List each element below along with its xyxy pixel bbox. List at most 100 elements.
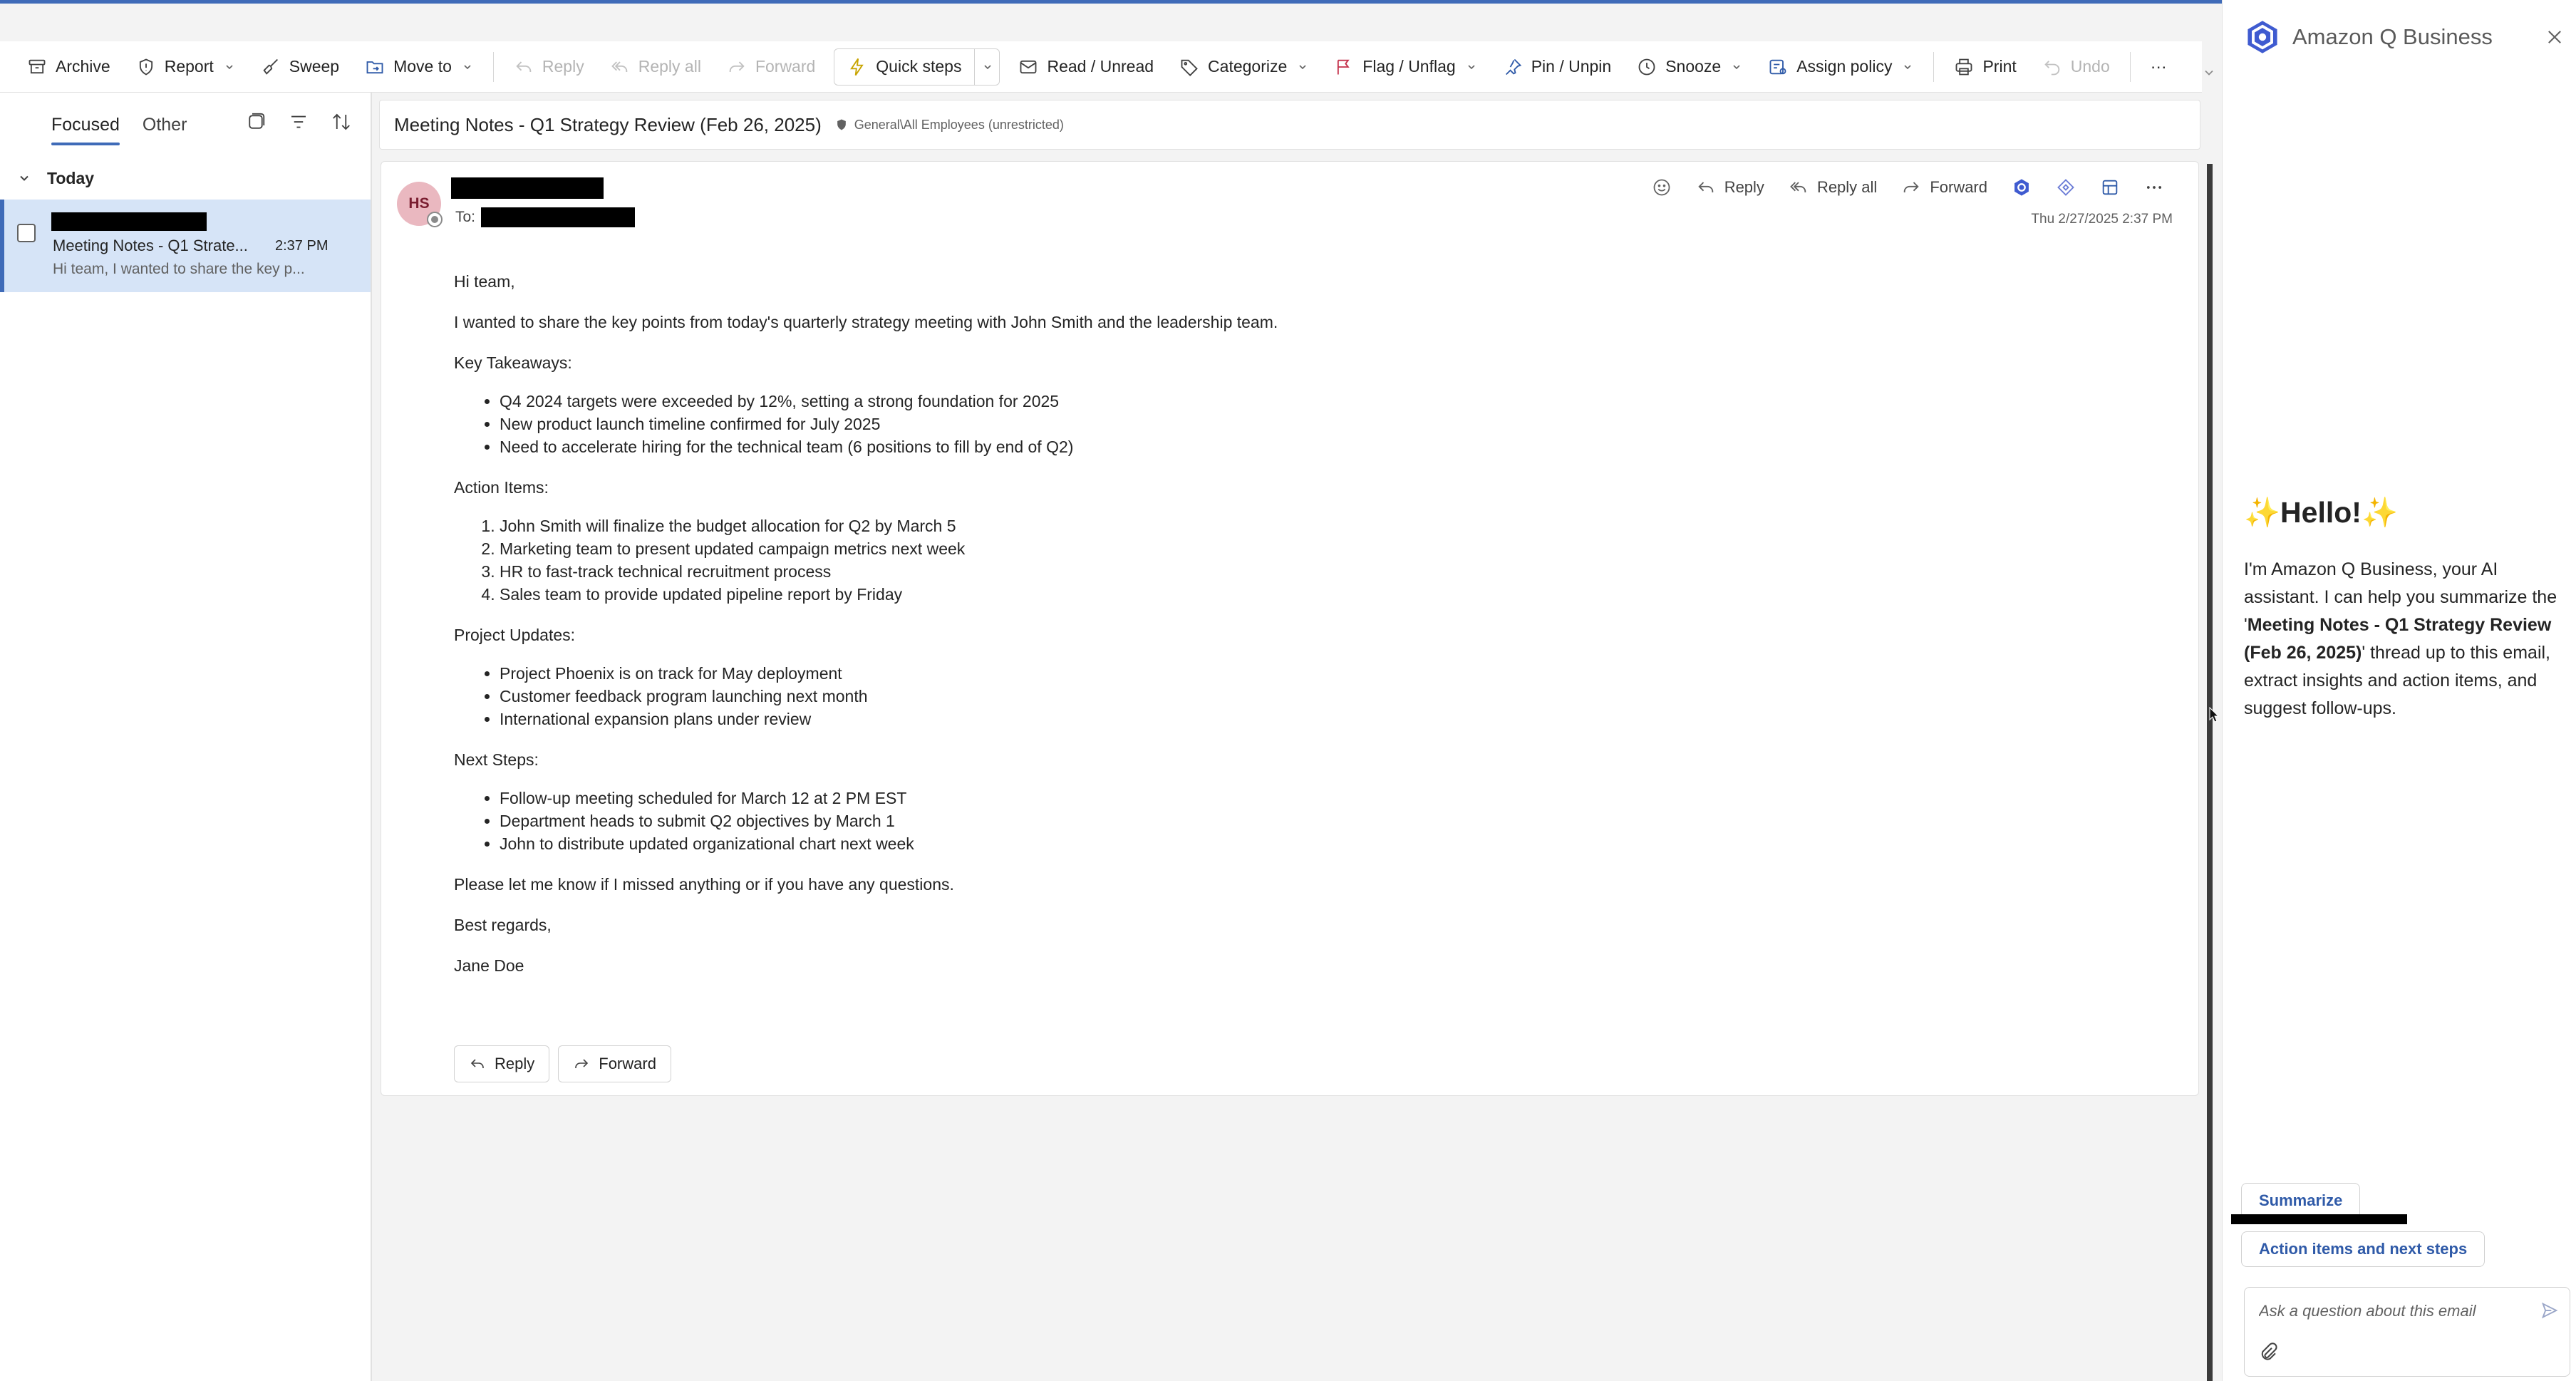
message-preview: Hi team, I wanted to share the key p...	[53, 261, 305, 277]
apps-grid-button[interactable]	[2094, 175, 2126, 200]
reply-button[interactable]: Reply	[1690, 175, 1770, 200]
archive-label: Archive	[56, 57, 110, 76]
action-items-heading: Action Items:	[454, 478, 549, 497]
broom-icon	[263, 58, 278, 75]
list-item: Project Phoenix is on track for May depl…	[500, 662, 2093, 685]
subject-bar: Meeting Notes - Q1 Strategy Review (Feb …	[379, 100, 2200, 150]
amazon-q-logo-icon	[2247, 21, 2277, 53]
chevron-down-icon	[1468, 64, 1475, 69]
list-item: Sales team to provide updated pipeline r…	[500, 583, 2093, 606]
action-items-list: John Smith will finalize the budget allo…	[500, 514, 2093, 606]
list-item[interactable]: Meeting Notes - Q1 Strate... 2:37 PM Hi …	[0, 200, 371, 292]
tab-focused[interactable]: Focused	[51, 115, 120, 145]
action-items-chip[interactable]: Action items and next steps	[2241, 1231, 2486, 1267]
addin-diamond-button[interactable]	[2050, 175, 2081, 200]
quick-steps-dropdown[interactable]	[974, 48, 999, 85]
greeting: Hi team,	[454, 272, 515, 291]
chevron-down-icon	[464, 64, 471, 69]
printer-icon	[1956, 58, 1972, 75]
summarize-chip[interactable]: Summarize	[2241, 1183, 2361, 1219]
redacted-sender	[51, 212, 207, 231]
forward-label: Forward	[755, 57, 816, 76]
email-footer-actions: Reply Forward	[454, 1045, 671, 1082]
takeaways-heading: Key Takeaways:	[454, 353, 572, 372]
flag-unflag-label: Flag / Unflag	[1362, 57, 1456, 76]
footer-forward-button[interactable]: Forward	[558, 1045, 671, 1082]
message-subject: Meeting Notes - Q1 Strate...	[53, 237, 248, 254]
forward-button[interactable]: Forward	[1895, 175, 1993, 200]
categorize-button[interactable]: Categorize	[1167, 47, 1321, 87]
smiley-icon	[1653, 179, 1670, 196]
project-updates-list: Project Phoenix is on track for May depl…	[500, 662, 2093, 730]
folder-move-icon	[366, 61, 383, 73]
list-item: Customer feedback program launching next…	[500, 685, 2093, 708]
group-header-today[interactable]: Today	[0, 157, 371, 200]
clock-icon	[1638, 58, 1655, 75]
quick-steps-button[interactable]: Quick steps	[834, 49, 974, 85]
email-card: HS To: Reply Reply all Forward Thu 2/27/…	[381, 161, 2199, 1096]
filter-icon[interactable]	[288, 111, 309, 133]
move-to-label: Move to	[393, 57, 452, 76]
print-button[interactable]: Print	[1941, 47, 2029, 87]
undo-icon	[2044, 60, 2060, 75]
project-updates-heading: Project Updates:	[454, 626, 576, 644]
toolbar-divider	[1933, 51, 1935, 82]
diamond-addin-icon	[2057, 179, 2074, 196]
ribbon-toolbar: Archive Report Sweep Move to Reply Reply…	[0, 41, 2202, 93]
tab-other[interactable]: Other	[143, 115, 187, 135]
amazon-q-addin-button[interactable]	[2006, 175, 2037, 200]
email-body: Hi team, I wanted to share the key point…	[454, 270, 2093, 995]
message-select-checkbox[interactable]	[17, 224, 36, 242]
sensitivity-label[interactable]: General\All Employees (unrestricted)	[834, 118, 1064, 133]
sort-icon[interactable]	[331, 111, 352, 133]
reply-all-icon	[611, 61, 627, 72]
react-button[interactable]	[1646, 175, 1677, 200]
reply-label: Reply	[542, 57, 584, 76]
read-unread-label: Read / Unread	[1047, 57, 1154, 76]
more-actions-button[interactable]	[2138, 175, 2170, 200]
footer-forward-label: Forward	[599, 1055, 656, 1072]
archive-icon	[29, 59, 46, 73]
flag-unflag-button[interactable]: Flag / Unflag	[1321, 47, 1489, 87]
snooze-button[interactable]: Snooze	[1624, 47, 1755, 87]
amazon-q-panel: Amazon Q Business ✨Hello!✨ I'm Amazon Q …	[2222, 0, 2576, 1381]
ask-question-input[interactable]	[2259, 1302, 2530, 1320]
assign-policy-button[interactable]: Assign policy	[1755, 47, 1926, 87]
report-button[interactable]: Report	[123, 47, 248, 87]
archive-button[interactable]: Archive	[14, 47, 123, 87]
pin-unpin-button[interactable]: Pin / Unpin	[1490, 47, 1625, 87]
amazon-q-logo-icon	[2014, 179, 2029, 196]
shield-icon	[139, 58, 152, 76]
pane-splitter[interactable]	[2207, 164, 2213, 1381]
reply-all-button[interactable]: Reply all	[1783, 175, 1883, 200]
read-unread-button[interactable]: Read / Unread	[1005, 47, 1167, 87]
snooze-label: Snooze	[1665, 57, 1722, 76]
message-time: 2:37 PM	[275, 238, 329, 254]
more-options-button[interactable]: ···	[2138, 47, 2180, 87]
intro-paragraph: I wanted to share the key points from to…	[454, 313, 1278, 331]
send-icon[interactable]	[2540, 1300, 2560, 1320]
move-to-button[interactable]: Move to	[352, 47, 486, 87]
forward-button-disabled[interactable]: Forward	[714, 47, 828, 87]
close-icon[interactable]	[2545, 27, 2565, 47]
toolbar-expand-chevron-icon[interactable]	[2202, 66, 2216, 80]
reply-all-button-disabled[interactable]: Reply all	[597, 47, 714, 87]
undo-button-disabled[interactable]: Undo	[2029, 47, 2123, 87]
footer-reply-button[interactable]: Reply	[454, 1045, 550, 1082]
takeaways-list: Q4 2024 targets were exceeded by 12%, se…	[500, 390, 2093, 458]
tag-icon	[1181, 59, 1198, 76]
list-item: Department heads to submit Q2 objectives…	[500, 810, 2093, 832]
paperclip-icon[interactable]	[2257, 1342, 2279, 1363]
message-list-pane: Focused Other Today Meeting Notes - Q1 S…	[0, 93, 372, 1381]
chevron-down-icon	[1733, 64, 1740, 69]
to-label: To:	[455, 209, 476, 225]
forward-icon	[1904, 182, 1919, 192]
redacted-sender-name	[451, 177, 604, 199]
list-item: Q4 2024 targets were exceeded by 12%, se…	[500, 390, 2093, 413]
reply-button-disabled[interactable]: Reply	[501, 47, 597, 87]
email-subject: Meeting Notes - Q1 Strategy Review (Feb …	[394, 113, 822, 135]
select-mode-icon[interactable]	[245, 111, 267, 133]
redacted-suggestion	[2231, 1214, 2407, 1224]
amazon-q-header: Amazon Q Business	[2244, 19, 2493, 56]
sweep-button[interactable]: Sweep	[248, 47, 352, 87]
